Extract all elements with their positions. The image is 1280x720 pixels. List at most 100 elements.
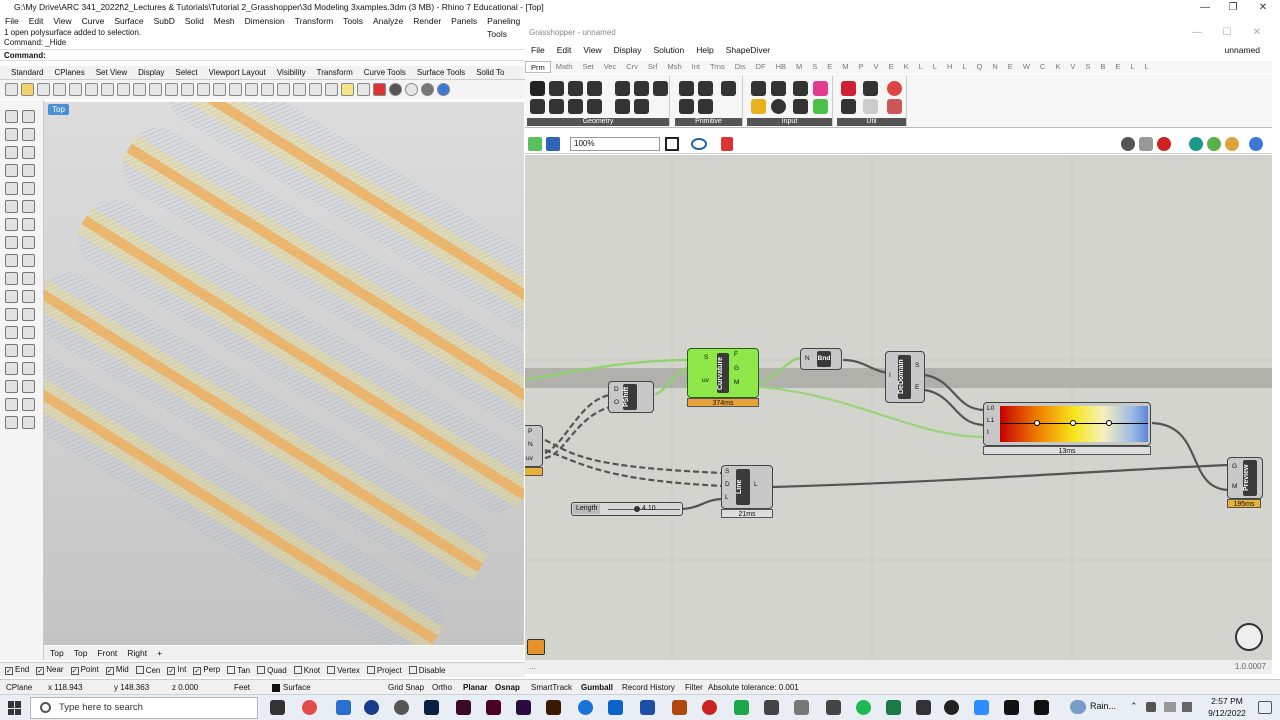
tab-set-view[interactable]: Set View <box>96 66 127 79</box>
check-icon[interactable] <box>22 380 35 393</box>
checkbox[interactable]: ✓ <box>36 667 45 675</box>
gh-menu-file[interactable]: File <box>525 43 551 58</box>
curvature-output-g[interactable]: G <box>734 365 739 372</box>
checkbox[interactable] <box>327 665 336 674</box>
ellipse-icon[interactable] <box>5 164 18 177</box>
line-param-icon[interactable] <box>615 81 630 96</box>
loft-icon[interactable] <box>5 236 18 249</box>
osnap-int[interactable]: ✓ Int <box>167 665 186 675</box>
osnap-point[interactable]: ✓ Point <box>70 665 99 675</box>
osnap-near[interactable]: ✓ Near <box>36 665 64 675</box>
tray-chevron-icon[interactable]: ⌃ <box>1130 701 1138 712</box>
box-icon[interactable] <box>5 200 18 213</box>
gh-category-tab[interactable]: Trns <box>705 61 730 73</box>
gradient-handle[interactable] <box>1070 420 1076 426</box>
tab-transform[interactable]: Transform <box>317 66 353 79</box>
bridge-icon[interactable] <box>546 700 561 715</box>
menu-transform[interactable]: Transform <box>295 15 333 28</box>
preview-wireframe-icon[interactable] <box>1121 137 1135 151</box>
menu-edit[interactable]: Edit <box>29 15 44 28</box>
text-icon[interactable] <box>22 362 35 375</box>
tab-viewport-layout[interactable]: Viewport Layout <box>209 66 266 79</box>
preview-shaded-icon[interactable] <box>1139 137 1153 151</box>
menu-curve[interactable]: Curve <box>82 15 105 28</box>
md-slider-icon[interactable] <box>813 99 828 114</box>
curve-param-icon[interactable] <box>587 81 602 96</box>
layer-icon[interactable] <box>277 83 290 96</box>
menu-solid[interactable]: Solid <box>185 15 204 28</box>
app-icon[interactable] <box>394 700 409 715</box>
gh-category-tab[interactable]: B <box>1095 61 1110 73</box>
copy-icon[interactable] <box>101 83 114 96</box>
gradient-input-l0[interactable]: L0 <box>987 405 994 412</box>
preview-settings-icon[interactable] <box>1249 137 1263 151</box>
gh-category-tab[interactable]: W <box>1018 61 1035 73</box>
curvature-output-f[interactable]: F <box>734 351 738 358</box>
save-icon[interactable] <box>37 83 50 96</box>
select-arrow-icon[interactable] <box>5 110 18 123</box>
app-icon[interactable] <box>886 700 901 715</box>
circle-param-icon[interactable] <box>568 81 583 96</box>
surface-points-output-n[interactable]: N <box>528 441 533 448</box>
maximize-button[interactable]: ❐ <box>1218 0 1248 15</box>
osnap-disable[interactable]: Disable <box>408 665 445 675</box>
sphere-icon[interactable] <box>22 200 35 213</box>
gh-document-name[interactable]: unnamed <box>1219 43 1272 58</box>
task-view-icon[interactable] <box>270 700 285 715</box>
circle-icon[interactable] <box>5 146 18 159</box>
close-button[interactable]: ✕ <box>1248 0 1278 15</box>
photoshop-icon[interactable] <box>424 700 439 715</box>
gh-minimize-button[interactable]: — <box>1182 25 1212 40</box>
length-slider[interactable]: Length 4.10 <box>571 502 683 516</box>
checkbox[interactable] <box>293 665 302 674</box>
gh-category-tab[interactable]: S <box>1080 61 1095 73</box>
zoom-extents-icon[interactable] <box>665 137 679 151</box>
line-component[interactable]: Line S D L L <box>721 465 773 509</box>
gh-menu-edit[interactable]: Edit <box>551 43 578 58</box>
open-file-icon[interactable] <box>21 83 34 96</box>
gh-category-tab[interactable]: Set <box>577 61 598 73</box>
planar-toggle[interactable]: Planar <box>463 680 487 695</box>
menu-file[interactable]: File <box>5 15 19 28</box>
excel-icon[interactable] <box>734 700 749 715</box>
line-input-s[interactable]: S <box>725 468 729 475</box>
surface-points-component[interactable]: P N uv <box>525 425 543 467</box>
sweep-icon[interactable] <box>22 236 35 249</box>
gh-category-tab[interactable]: V <box>869 61 884 73</box>
curvature-input-uv[interactable]: uv <box>702 377 709 384</box>
gh-category-tab[interactable]: Srf <box>643 61 663 73</box>
boolean-icon[interactable] <box>5 254 18 267</box>
add-viewport-icon[interactable]: + <box>157 646 162 660</box>
checkbox[interactable] <box>408 665 417 674</box>
graph-mapper-icon[interactable] <box>751 99 766 114</box>
network-icon[interactable] <box>1164 702 1176 712</box>
app-icon[interactable] <box>916 700 931 715</box>
pshift-component[interactable]: PShift D O <box>608 381 654 413</box>
gh-category-tab[interactable]: DF <box>751 61 771 73</box>
powerpoint-icon[interactable] <box>672 700 687 715</box>
canvas-widget-icon[interactable] <box>527 639 545 655</box>
tab-curve-tools[interactable]: Curve Tools <box>364 66 406 79</box>
tab-display[interactable]: Display <box>138 66 164 79</box>
viewport-label[interactable]: Top <box>48 104 69 115</box>
curvature-output-m[interactable]: M <box>734 379 739 386</box>
indesign-2-icon[interactable] <box>486 700 501 715</box>
viewport-tab-right[interactable]: Right <box>127 646 147 660</box>
ortho-toggle[interactable]: Ortho <box>432 680 452 695</box>
osnap-toggle[interactable]: Osnap <box>495 680 520 695</box>
gh-category-tab[interactable]: E <box>1003 61 1018 73</box>
dedomain-component[interactable]: DeDomain I S E <box>885 351 925 403</box>
tab-solid-tools[interactable]: Solid To <box>476 66 504 79</box>
render-tool-icon[interactable] <box>5 398 18 411</box>
snapshot-icon[interactable] <box>22 416 35 429</box>
gh-category-tab[interactable]: Vec <box>599 61 622 73</box>
menu-subd[interactable]: SubD <box>154 15 175 28</box>
checkbox[interactable]: ✓ <box>70 667 79 675</box>
curvature-component[interactable]: Curvature S uv F G M <box>687 348 759 398</box>
analyze-icon[interactable] <box>5 380 18 393</box>
word-icon[interactable] <box>640 700 655 715</box>
split-icon[interactable] <box>5 326 18 339</box>
pan-icon[interactable] <box>149 83 162 96</box>
print-icon[interactable] <box>53 83 66 96</box>
top-viewport[interactable]: Top <box>44 102 524 645</box>
